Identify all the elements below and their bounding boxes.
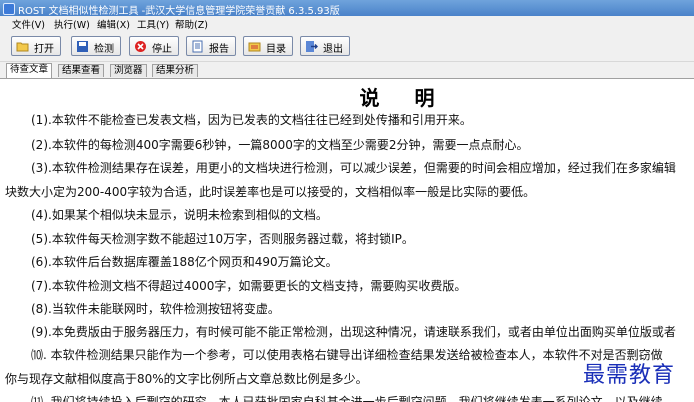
stop-label: 停止	[152, 44, 172, 55]
tab-bar: 待查文章 结果查看 浏览器 结果分析	[0, 62, 694, 79]
tab-analysis[interactable]: 结果分析	[152, 64, 199, 77]
catalog-label: 目录	[266, 44, 286, 55]
stop-button[interactable]: 停止	[129, 36, 179, 56]
window-title: ROST 文档相似性检测工具 -武汉大学信息管理学院荣誉贡献 6.3.5.93版	[18, 6, 340, 17]
line-3-cont: 块数大小定为200-400字较为合适，此时误差率也是可以接受的，文档相似率一般是…	[5, 185, 536, 199]
open-button[interactable]: 打开	[11, 36, 61, 56]
catalog-button[interactable]: 目录	[243, 36, 293, 56]
report-button[interactable]: 报告	[186, 36, 236, 56]
menu-execute[interactable]: 执行(W)	[54, 17, 90, 31]
line-11: ⑾. 我们将持续投入后剽窃的研究，本人已获批国家自科基金进一步后剽窃问题，我们将…	[31, 395, 663, 402]
line-10-cont: 你与现存文献相似度高于80%的文字比例所占文章总数比例是多少。	[5, 372, 368, 386]
catalog-icon	[248, 42, 261, 52]
menu-edit[interactable]: 编辑(X)	[97, 17, 130, 31]
folder-icon	[16, 42, 29, 52]
app-icon	[3, 3, 15, 15]
line-2: (2).本软件的每检测400字需要6秒钟，一篇8000字的文档至少需要2分钟，需…	[31, 138, 529, 152]
exit-label: 退出	[323, 44, 343, 55]
line-4: (4).如果某个相似块未显示，说明未检索到相似的文档。	[31, 208, 328, 222]
menu-bar: 文件(V) 执行(W) 编辑(X) 工具(Y) 帮助(Z)	[0, 16, 694, 31]
watermark: 最需教育	[583, 363, 676, 388]
line-7: (7).本软件检测文档不得超过4000字，如需要更长的文档支持，需要购买收费版。	[31, 279, 467, 293]
line-3: (3).本软件检测结果存在误差，用更小的文档块进行检测，可以减少误差，但需要的时…	[31, 161, 676, 175]
toolbar: 打开 检测 停止 报告 目录 退出	[0, 31, 694, 62]
line-1: (1).本软件不能检查已发表文档，因为已发表的文档往往已经到处传播和引用开来。	[31, 113, 472, 127]
exit-icon	[306, 41, 318, 52]
report-label: 报告	[209, 44, 229, 55]
line-8: (8).当软件未能联网时，软件检测按钮将变虚。	[31, 302, 280, 316]
tab-pending-article[interactable]: 待查文章	[6, 63, 53, 78]
title-bar: ROST 文档相似性检测工具 -武汉大学信息管理学院荣誉贡献 6.3.5.93版	[0, 0, 694, 17]
document-content[interactable]: 说 明 (1).本软件不能检查已发表文档，因为已发表的文档往往已经到处传播和引用…	[4, 79, 694, 402]
open-label: 打开	[34, 44, 54, 55]
save-disk-icon	[77, 41, 88, 52]
stop-icon	[135, 41, 146, 52]
line-5: (5).本软件每天检测字数不能超过10万字，否则服务器过载，将封锁IP。	[31, 232, 414, 246]
line-6: (6).本软件后台数据库覆盖188亿个网页和490万篇论文。	[31, 255, 338, 269]
detect-label: 检测	[94, 44, 114, 55]
report-icon	[192, 40, 203, 53]
document-heading: 说 明	[359, 86, 449, 110]
tab-results[interactable]: 结果查看	[58, 64, 105, 77]
detect-button[interactable]: 检测	[71, 36, 121, 56]
tab-browser[interactable]: 浏览器	[110, 64, 147, 77]
line-10: ⑽. 本软件检测结果只能作为一个参考，可以使用表格右键导出详细检查结果发送给被检…	[31, 348, 663, 362]
menu-file[interactable]: 文件(V)	[12, 17, 45, 31]
line-9: (9).本免费版由于服务器压力，有时候可能不能正常检测，出现这种情况，请速联系我…	[31, 325, 676, 339]
menu-help[interactable]: 帮助(Z)	[175, 17, 208, 31]
exit-button[interactable]: 退出	[300, 36, 350, 56]
menu-tools[interactable]: 工具(Y)	[137, 17, 169, 31]
